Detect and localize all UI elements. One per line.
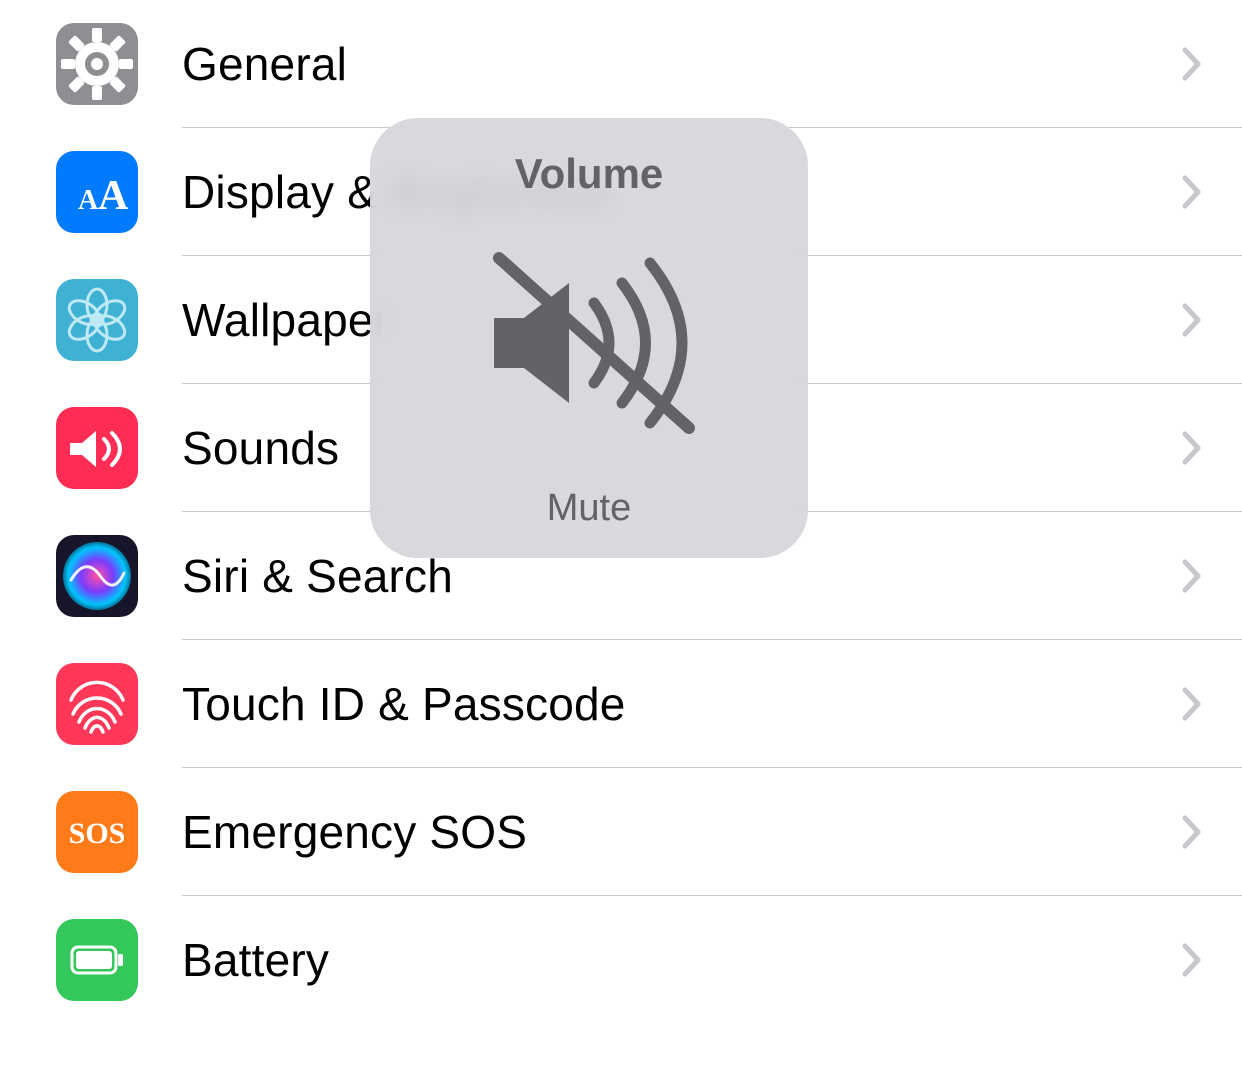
settings-row-label: Battery xyxy=(182,933,1162,987)
settings-row-general[interactable]: General xyxy=(0,0,1242,128)
settings-row-touchid[interactable]: Touch ID & Passcode xyxy=(0,640,1242,768)
chevron-right-icon xyxy=(1182,815,1202,849)
volume-hud-status: Mute xyxy=(547,487,631,530)
volume-hud: Volume Mute xyxy=(370,118,808,558)
flower-icon xyxy=(56,279,138,361)
chevron-right-icon xyxy=(1182,943,1202,977)
svg-text:A: A xyxy=(78,185,99,216)
siri-icon xyxy=(56,535,138,617)
settings-screen: GeneralAADisplay & BrightnessWallpaperSo… xyxy=(0,0,1242,1075)
volume-hud-title: Volume xyxy=(515,150,664,198)
settings-row-label: Emergency SOS xyxy=(182,805,1162,859)
chevron-right-icon xyxy=(1182,559,1202,593)
aa-icon: AA xyxy=(56,151,138,233)
chevron-right-icon xyxy=(1182,687,1202,721)
speaker-mute-icon xyxy=(474,198,704,487)
chevron-right-icon xyxy=(1182,175,1202,209)
gear-icon xyxy=(56,23,138,105)
settings-row-battery[interactable]: Battery xyxy=(0,896,1242,1024)
settings-row-label: General xyxy=(182,37,1162,91)
chevron-right-icon xyxy=(1182,431,1202,465)
fingerprint-icon xyxy=(56,663,138,745)
svg-text:A: A xyxy=(98,173,129,219)
svg-text:SOS: SOS xyxy=(69,817,126,850)
chevron-right-icon xyxy=(1182,47,1202,81)
settings-row-label: Touch ID & Passcode xyxy=(182,677,1162,731)
battery-icon xyxy=(56,919,138,1001)
chevron-right-icon xyxy=(1182,303,1202,337)
speaker-icon xyxy=(56,407,138,489)
sos-icon: SOS xyxy=(56,791,138,873)
settings-row-sos[interactable]: SOS Emergency SOS xyxy=(0,768,1242,896)
